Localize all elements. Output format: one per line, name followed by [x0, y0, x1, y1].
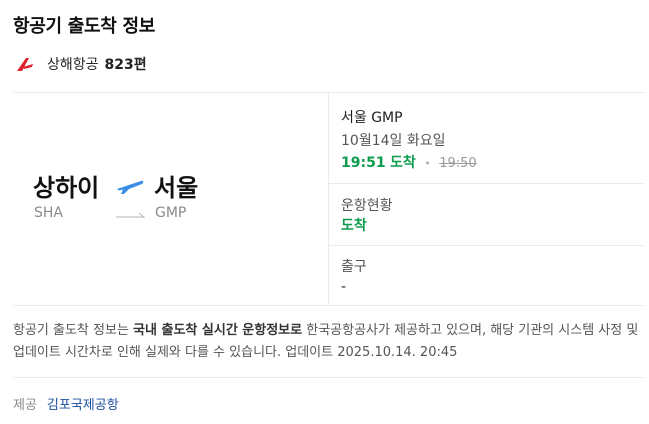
flight-info-card: 항공기 출도착 정보 상해항공 823편 상하이 SHA 서울 GMP 서울 G… — [0, 0, 649, 424]
exit-label: 출구 — [341, 259, 367, 275]
page-title: 항공기 출도착 정보 — [13, 16, 156, 37]
provider-link[interactable]: 김포국제공항 — [47, 398, 119, 413]
arrival-info: 서울 GMP 10월14일 화요일 19:51 도착 • 19:50 — [341, 108, 477, 174]
flight-status-section: 운항현황 도착 — [341, 196, 393, 236]
origin-city: 상하이 — [33, 174, 100, 202]
destination-code: GMP — [155, 205, 187, 221]
destination-city: 서울 — [154, 174, 199, 202]
provider-label: 제공 — [13, 398, 37, 413]
flight-status-value: 도착 — [341, 218, 367, 234]
divider — [328, 183, 644, 184]
divider — [328, 245, 644, 246]
flight-number: 823편 — [104, 57, 147, 73]
flight-status-label: 운항현황 — [341, 198, 393, 214]
divider — [13, 305, 644, 306]
exit-section: 출구 - — [341, 257, 367, 297]
arrival-status: 도착 — [390, 155, 416, 171]
separator-dot: • — [424, 157, 431, 170]
actual-arrival-time: 19:51 — [341, 155, 386, 171]
provider-row: 제공 김포국제공항 — [13, 394, 119, 413]
notice-bold: 국내 출도착 실시간 운항정보로 — [133, 323, 303, 338]
arrow-right-icon — [116, 212, 146, 218]
airline-row: 상해항공 823편 — [14, 54, 147, 74]
arrival-date: 10월14일 화요일 — [341, 133, 446, 149]
divider — [13, 377, 644, 378]
divider — [328, 93, 329, 305]
exit-value: - — [341, 279, 347, 295]
airline-logo-icon — [17, 58, 33, 71]
origin-code: SHA — [34, 205, 63, 221]
notice-prefix: 항공기 출도착 정보는 — [13, 323, 134, 338]
notice-text: 항공기 출도착 정보는 국내 출도착 실시간 운항정보로 한국공항공사가 제공하… — [13, 320, 643, 364]
scheduled-arrival-time: 19:50 — [439, 156, 477, 171]
plane-icon — [117, 180, 144, 194]
arrival-time-row: 19:51 도착 • 19:50 — [341, 153, 477, 174]
airline-name: 상해항공 — [47, 57, 99, 73]
arrival-airport: 서울 GMP — [341, 110, 403, 126]
